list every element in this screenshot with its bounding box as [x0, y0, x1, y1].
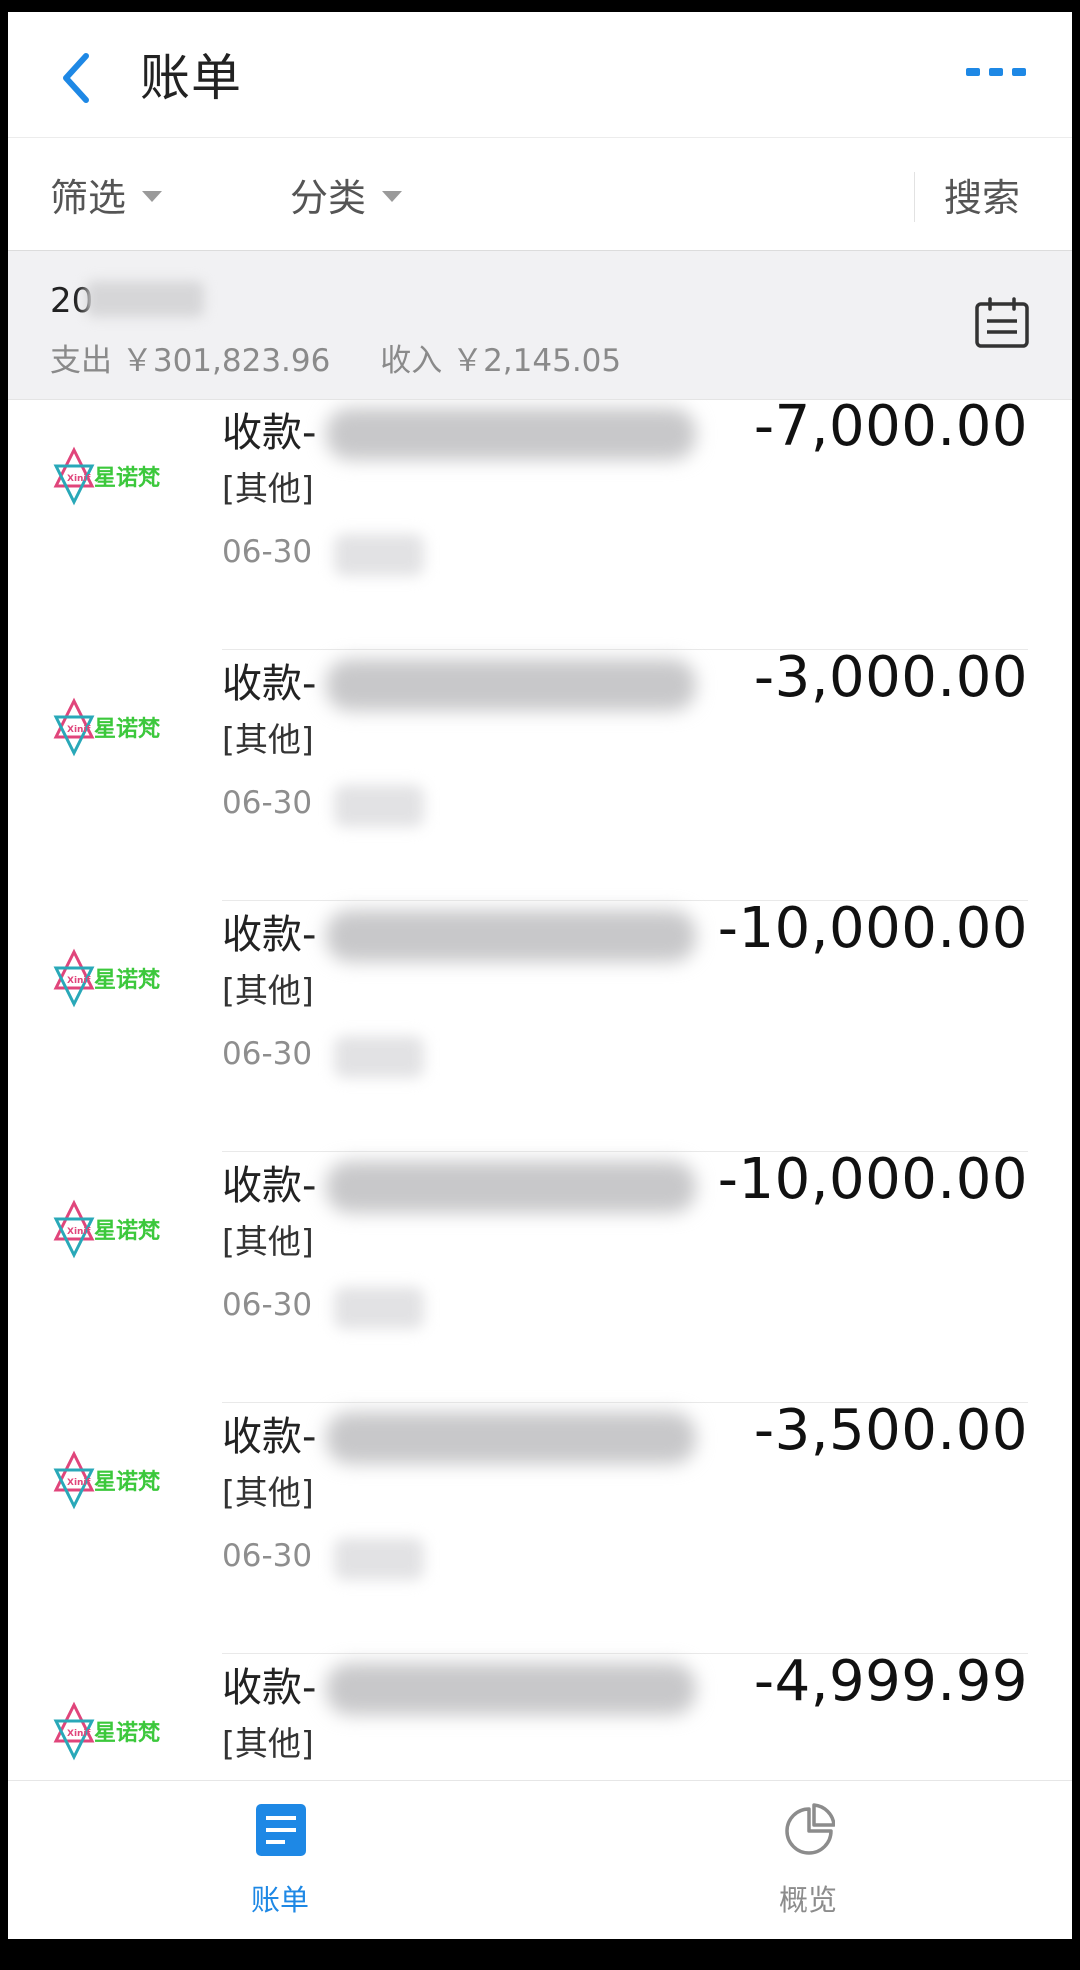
more-button[interactable] [964, 62, 1028, 82]
merchant-logo: Xinif 星诺梵 [50, 942, 168, 1020]
bottom-tab-bar: 账单 概览 [8, 1780, 1072, 1939]
transaction-category: [其他] [222, 1724, 314, 1763]
transaction-category: [其他] [222, 720, 314, 759]
expense-total: 支出 ￥301,823.96 [50, 343, 331, 379]
redacted-payee [326, 659, 696, 711]
transaction-row[interactable]: Xinif 星诺梵 收款- [其他] 06-30 -10,000.00 [8, 896, 1072, 1152]
redacted-time [334, 1538, 424, 1580]
chevron-left-icon [63, 53, 89, 103]
transaction-date: 06-30 [222, 785, 313, 821]
redacted-time [334, 534, 424, 576]
svg-text:星诺梵: 星诺梵 [94, 716, 161, 742]
redacted-payee [326, 408, 696, 460]
bill-icon [256, 1804, 306, 1856]
transaction-date: 06-30 [222, 1538, 313, 1574]
transaction-amount: -7,000.00 [753, 400, 1028, 459]
transaction-date: 06-30 [222, 534, 313, 570]
transaction-row[interactable]: Xinif 星诺梵 收款- [其他] 06-30 -3,000.00 [8, 645, 1072, 901]
svg-text:Xinif: Xinif [67, 1729, 91, 1739]
tab-overview[interactable]: 概览 [708, 1781, 908, 1939]
transaction-amount: -4,999.99 [753, 1649, 1028, 1714]
transaction-date: 06-30 [222, 1036, 313, 1072]
payee-prefix: 收款- [222, 410, 317, 456]
transaction-amount: -10,000.00 [717, 896, 1028, 961]
svg-text:Xinif: Xinif [67, 725, 91, 735]
category-label: 分类 [290, 175, 367, 220]
more-icon [966, 68, 1026, 76]
redacted-time [334, 785, 424, 827]
redacted-payee [326, 1412, 696, 1464]
redacted-payee [326, 1161, 696, 1213]
transaction-category: [其他] [222, 469, 314, 508]
transaction-row[interactable]: Xinif 星诺梵 收款- [其他] 06-30 -3,500.00 [8, 1398, 1072, 1654]
redacted-time [334, 1036, 424, 1078]
redacted-payee [326, 1663, 696, 1715]
payee-prefix: 收款- [222, 912, 317, 958]
tab-bills[interactable]: 账单 [180, 1781, 380, 1939]
svg-text:Xinif: Xinif [67, 976, 91, 986]
tab-label: 账单 [250, 1883, 309, 1917]
svg-text:星诺梵: 星诺梵 [94, 465, 161, 491]
search-label: 搜索 [944, 175, 1021, 220]
caret-down-icon [382, 190, 403, 202]
divider [914, 172, 915, 222]
top-bar: 账单 [8, 12, 1072, 138]
redacted-month [86, 281, 204, 317]
filter-bar: 筛选 分类 搜索 [8, 138, 1072, 251]
transaction-amount: -3,000.00 [753, 645, 1028, 710]
caret-down-icon [142, 190, 163, 202]
month-totals: 支出 ￥301,823.96 收入 ￥2,145.05 [50, 335, 661, 380]
transaction-row[interactable]: Xinif 星诺梵 收款- [其他] 06-30 -7,000.00 [8, 400, 1072, 650]
transaction-category: [其他] [222, 1473, 314, 1512]
transaction-amount: -3,500.00 [753, 1398, 1028, 1463]
redacted-payee [326, 910, 696, 962]
transaction-date: 06-30 [222, 1287, 313, 1323]
transaction-list: Xinif 星诺梵 收款- [其他] 06-30 -7,000.00 Xinif… [8, 400, 1072, 1780]
svg-text:星诺梵: 星诺梵 [94, 1218, 161, 1244]
merchant-logo: Xinif 星诺梵 [50, 1193, 168, 1271]
payee-prefix: 收款- [222, 1414, 317, 1460]
merchant-logo: Xinif 星诺梵 [50, 1444, 168, 1522]
transaction-row[interactable]: Xinif 星诺梵 收款- [其他] -4,999.99 [8, 1649, 1072, 1780]
svg-text:星诺梵: 星诺梵 [94, 1720, 161, 1746]
svg-text:Xinif: Xinif [67, 1478, 91, 1488]
tab-label: 概览 [778, 1883, 837, 1917]
income-total: 收入 ￥2,145.05 [380, 343, 622, 379]
page-title: 账单 [140, 49, 242, 107]
filter-dropdown[interactable]: 筛选 [50, 138, 163, 250]
merchant-logo: Xinif 星诺梵 [50, 440, 168, 518]
svg-text:星诺梵: 星诺梵 [94, 1469, 161, 1495]
svg-text:Xinif: Xinif [67, 474, 91, 484]
transaction-category: [其他] [222, 1222, 314, 1261]
redacted-time [334, 1287, 424, 1329]
payee-prefix: 收款- [222, 1163, 317, 1209]
app-screen: 账单 筛选 分类 搜索 20 支出 ￥301,823.96 收入 ￥2,145.… [8, 12, 1072, 1939]
transaction-row[interactable]: Xinif 星诺梵 收款- [其他] 06-30 -10,000.00 [8, 1147, 1072, 1403]
payee-prefix: 收款- [222, 661, 317, 707]
transaction-category: [其他] [222, 971, 314, 1010]
payee-prefix: 收款- [222, 1665, 317, 1711]
month-summary: 20 支出 ￥301,823.96 收入 ￥2,145.05 [8, 251, 1072, 400]
category-dropdown[interactable]: 分类 [290, 138, 403, 250]
svg-text:Xinif: Xinif [67, 1227, 91, 1237]
calendar-button[interactable] [974, 297, 1030, 349]
transaction-amount: -10,000.00 [717, 1147, 1028, 1212]
search-button[interactable]: 搜索 [944, 138, 1020, 250]
filter-label: 筛选 [50, 175, 127, 220]
merchant-logo: Xinif 星诺梵 [50, 691, 168, 769]
merchant-logo: Xinif 星诺梵 [50, 1695, 168, 1773]
pie-chart-icon [785, 1803, 835, 1855]
calendar-icon [975, 297, 1029, 348]
back-button[interactable] [50, 40, 110, 110]
svg-text:星诺梵: 星诺梵 [94, 967, 161, 993]
